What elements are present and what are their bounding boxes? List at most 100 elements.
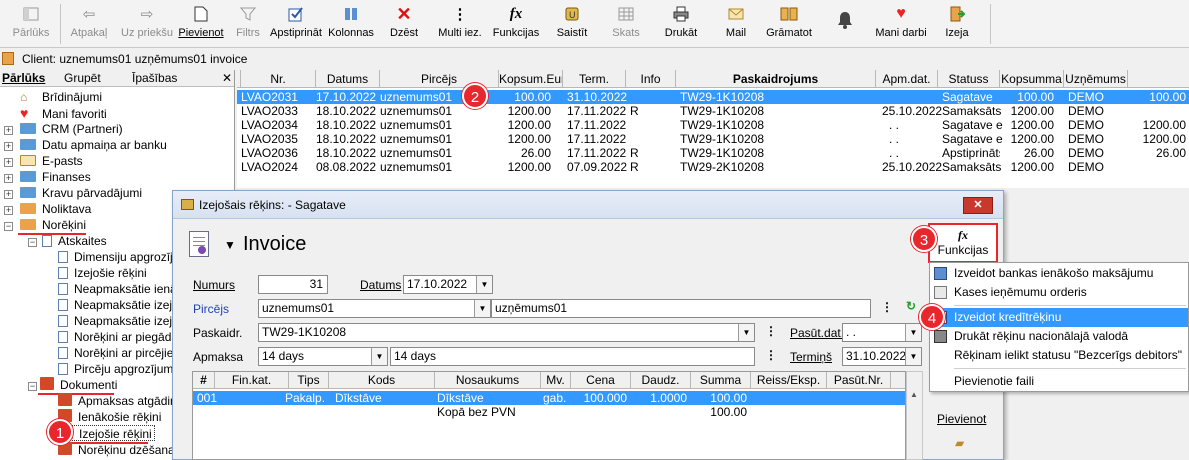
menu-item-credit-invoice[interactable]: Izveidot kredītrēķinu [930, 308, 1188, 327]
close-icon[interactable]: ✕ [222, 71, 232, 85]
tree-item-documents[interactable]: Dokumenti [40, 377, 117, 393]
expand-icon[interactable]: + [4, 126, 13, 135]
columns-button[interactable]: Kolonnas [326, 2, 376, 46]
table-row[interactable]: LVAO2033 18.10.2022 uznemums01 1200.00 17.11… [237, 104, 1189, 118]
menu-item-bank-payment[interactable]: Izveidot bankas ienākošo maksājumu [930, 264, 1188, 283]
exit-button[interactable]: Izeja [944, 2, 970, 46]
column-header[interactable]: Datums [316, 70, 380, 88]
tree-item-report[interactable]: Norēķini ar pircējiem [58, 345, 183, 361]
chevron-down-icon[interactable]: ▼ [474, 300, 490, 317]
lines-scrollbar[interactable]: ▲ [906, 371, 923, 460]
tree-item-report[interactable]: Dimensiju apgrozījum [58, 249, 189, 265]
chevron-down-icon[interactable]: ▼ [905, 348, 921, 365]
expand-icon[interactable]: + [4, 190, 13, 199]
tree-item-favorites[interactable]: ♥ Mani favoriti [20, 105, 107, 121]
column-header[interactable]: Cena [571, 372, 631, 389]
forward-button[interactable]: ⇨ Uz priekšu [118, 2, 176, 46]
column-header[interactable]: Uzņēmums [1064, 70, 1128, 88]
tree-item-email[interactable]: E-pasts [20, 153, 83, 169]
column-header[interactable]: Apm.dat. [876, 70, 938, 88]
delete-button[interactable]: ✕ Dzēst [386, 2, 422, 46]
table-row[interactable]: LVAO2034 18.10.2022 uznemums01 1200.00 17.11… [237, 118, 1189, 132]
table-row[interactable]: LVAO2036 18.10.2022 uznemums01 26.00 17.11.2… [237, 146, 1189, 160]
functions-button[interactable]: fx Funkcijas [928, 223, 998, 263]
table-row[interactable]: LVAO2024 08.08.2022 uznemums01 1200.00 07.09… [237, 160, 1189, 174]
column-header[interactable]: Info [626, 70, 676, 88]
scroll-up-icon[interactable]: ▲ [910, 390, 918, 399]
menu-item-cash-order[interactable]: Kases ieņēmumu orderis [930, 283, 1188, 302]
tab-properties[interactable]: Īpašības [132, 71, 177, 85]
column-header[interactable]: Fin.kat. [215, 372, 289, 389]
payment-terms-text[interactable]: 14 days [390, 347, 755, 366]
mail-button[interactable]: Mail [720, 2, 752, 46]
open-folder-icon[interactable]: ▰ [955, 436, 964, 450]
expand-icon[interactable]: + [4, 174, 13, 183]
more-vertical-icon[interactable]: ⋮ [881, 300, 893, 314]
back-button[interactable]: ⇦ Atpakaļ [66, 2, 112, 46]
date-field[interactable]: 17.10.2022 ▼ [403, 275, 493, 294]
customer-code-field[interactable]: uznemums01 ▼ [258, 299, 491, 318]
column-header[interactable]: Paskaidrojums [676, 70, 876, 88]
chevron-down-icon[interactable]: ▼ [224, 238, 236, 252]
chevron-down-icon[interactable]: ▼ [476, 276, 492, 293]
add-button[interactable]: Pievienot [176, 2, 226, 46]
column-header[interactable]: Statuss [938, 70, 1000, 88]
tree-item-doc[interactable]: Ienākošie rēķini [58, 409, 161, 425]
description-field[interactable]: TW29-1K10208 ▼ [258, 323, 755, 342]
number-field[interactable]: 31 [258, 275, 328, 294]
notifications-button[interactable] [830, 2, 860, 46]
due-date-field[interactable]: 31.10.2022 ▼ [842, 347, 922, 366]
my-tasks-button[interactable]: ♥ Mani darbi [874, 2, 928, 46]
column-header[interactable]: Nr. [241, 70, 316, 88]
tree-item-settlements[interactable]: Norēķini [20, 217, 86, 233]
chevron-down-icon[interactable]: ▼ [738, 324, 754, 341]
link-button[interactable]: U Saistīt [554, 2, 590, 46]
customer-name-field[interactable]: uzņēmums01 [491, 299, 871, 318]
collapse-icon[interactable]: − [28, 382, 37, 391]
order-date-field[interactable]: . . ▼ [842, 323, 922, 342]
table-row[interactable]: LVAO2031 17.10.2022 uznemums01 100.00 31.10.… [237, 90, 1189, 104]
column-header[interactable]: Pasūt.Nr. [827, 372, 891, 389]
column-header[interactable]: Term. [563, 70, 626, 88]
tree-item-doc[interactable]: Norēķinu dzēšanas [58, 442, 181, 458]
add-line-button[interactable]: Pievienot [937, 412, 986, 426]
tree-item-bank-exchange[interactable]: Datu apmaiņa ar banku [20, 137, 167, 153]
browser-button[interactable]: Pārlūks [8, 2, 54, 46]
table-row[interactable]: 001 Pakalp. Dīkstāve Dīkstāve gab. 100.000 1.0… [193, 391, 905, 405]
expand-icon[interactable]: + [4, 142, 13, 151]
column-header[interactable]: Mv. [541, 372, 571, 389]
column-header[interactable]: Kopsum.Eur [499, 70, 563, 88]
menu-item-bad-debtor[interactable]: Rēķinam ielikt statusu "Bezcerīgs debito… [930, 346, 1188, 365]
tree-item-report[interactable]: Pircēju apgrozījums [58, 361, 179, 377]
column-header[interactable]: # [193, 372, 215, 389]
payment-terms-field[interactable]: 14 days ▼ [258, 347, 388, 366]
functions-button[interactable]: fx Funkcijas [490, 2, 542, 46]
filter-button[interactable]: Filtrs [233, 2, 263, 46]
dialog-close-button[interactable]: ✕ [963, 197, 993, 214]
menu-item-print-national[interactable]: Drukāt rēķinu nacionālajā valodā [930, 327, 1188, 346]
chevron-down-icon[interactable]: ▼ [905, 324, 921, 341]
column-header[interactable]: Nosaukums [435, 372, 541, 389]
tree-item-warnings[interactable]: ⌂ Brīdinājumi [20, 89, 102, 105]
tree-item-freight[interactable]: Kravu pārvadājumi [20, 185, 142, 201]
tab-browser[interactable]: Pārlūks [2, 71, 45, 85]
approve-button[interactable]: Apstiprināt [269, 2, 323, 46]
tree-item-report[interactable]: Izejošie rēķini [58, 265, 147, 281]
collapse-icon[interactable]: − [28, 238, 37, 247]
multi-select-button[interactable]: ⋮ Multi iez. [436, 2, 484, 46]
table-row[interactable]: LVAO2035 18.10.2022 uznemums01 1200.00 17.11… [237, 132, 1189, 146]
tree-item-report[interactable]: Norēķini ar piegādātā [58, 329, 188, 345]
chevron-down-icon[interactable]: ▼ [371, 348, 387, 365]
expand-icon[interactable]: + [4, 206, 13, 215]
tab-group[interactable]: Grupēt [64, 71, 101, 85]
column-header[interactable]: Tips [289, 372, 329, 389]
column-header[interactable]: Reiss/Eksp. [751, 372, 827, 389]
tree-item-warehouse[interactable]: Noliktava [20, 201, 91, 217]
column-header[interactable]: Daudz. [631, 372, 691, 389]
expand-icon[interactable]: + [4, 158, 13, 167]
column-header[interactable]: Kopsumma [1000, 70, 1064, 88]
refresh-icon[interactable]: ↻ [906, 299, 916, 313]
menu-item-attached-files[interactable]: Pievienotie faili [930, 372, 1188, 391]
tree-item-reports[interactable]: Atskaites [42, 233, 107, 249]
post-button[interactable]: Grāmatot [764, 2, 814, 46]
